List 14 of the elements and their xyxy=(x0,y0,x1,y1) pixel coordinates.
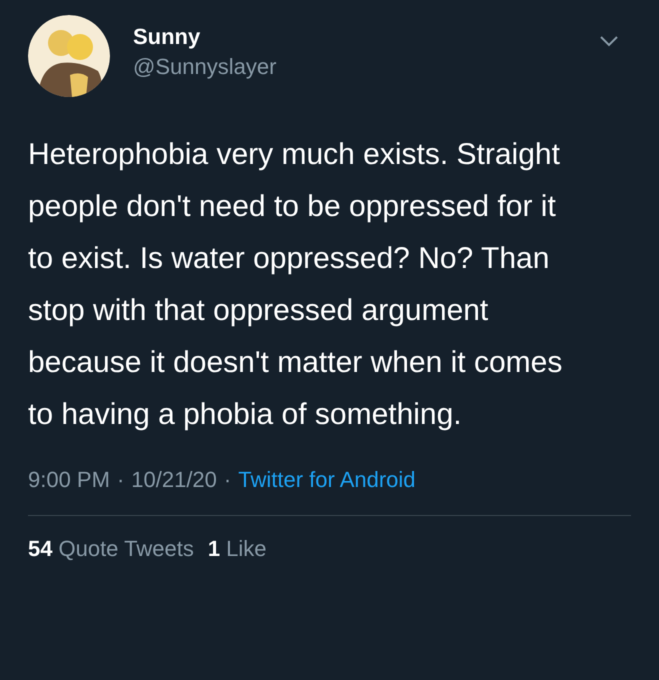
stat-count: 1 xyxy=(208,536,220,562)
author-handle: @Sunnyslayer xyxy=(133,54,278,80)
separator-dot: · xyxy=(224,467,232,493)
stat-label[interactable]: Like xyxy=(226,536,266,562)
separator-dot: · xyxy=(116,467,124,493)
avatar[interactable] xyxy=(28,15,110,97)
tweet-text: Heterophobia very much exists. Straight people don't need to be oppressed for it to exist. Is water oppressed? No? Than stop with that oppressed argument because it doesn't matter when it comes to having a phobia of something. xyxy=(28,137,564,433)
chevron-down-icon[interactable] xyxy=(599,35,619,47)
author-name: Sunny xyxy=(133,24,202,50)
stat-count: 54 xyxy=(28,536,52,562)
tweet-time: 9:00 PM xyxy=(28,467,110,493)
stat-label[interactable]: Quote Tweets xyxy=(58,536,194,562)
source-link[interactable]: Twitter for Android xyxy=(238,467,416,493)
tweet-date: 10/21/20 xyxy=(131,467,217,493)
